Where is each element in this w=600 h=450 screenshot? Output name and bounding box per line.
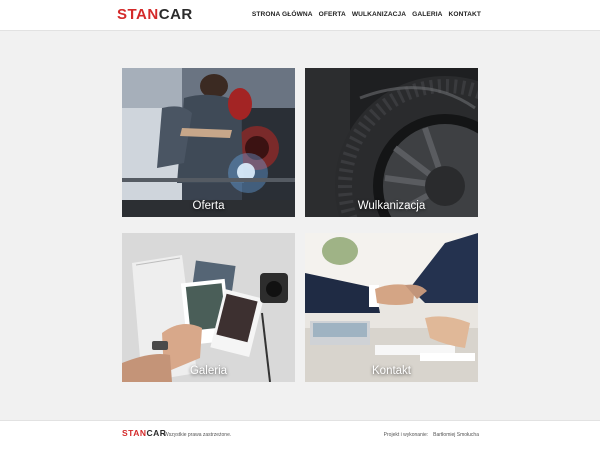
tile-offer-label: Oferta [192, 200, 225, 212]
header-logo[interactable]: STANCAR [117, 7, 193, 22]
footer-credit: Projekt i wykonanie: Bartłomiej Smołucha [384, 432, 479, 438]
tile-gallery-label: Galeria [189, 365, 228, 377]
main-nav: STRONA GŁÓWNA OFERTA WULKANIZACJA GALERI… [252, 11, 481, 18]
tile-offer[interactable]: Oferta [122, 68, 295, 217]
nav-item-contact[interactable]: KONTAKT [449, 11, 481, 18]
tile-contact[interactable]: Kontakt [305, 233, 478, 382]
nav-item-gallery[interactable]: GALERIA [412, 11, 442, 18]
nav-item-tire-service[interactable]: WULKANIZACJA [352, 11, 406, 18]
footer-credit-name[interactable]: Bartłomiej Smołucha [433, 432, 479, 438]
site-footer: STANCAR Wszystkie prawa zastrzeżone. Pro… [0, 420, 600, 450]
footer-rights: Wszystkie prawa zastrzeżone. [164, 432, 232, 438]
logo-text-stan: STAN [117, 6, 159, 23]
photos-in-hand [122, 233, 295, 382]
nav-item-offer[interactable]: OFERTA [319, 11, 346, 18]
site-header: STANCAR STRONA GŁÓWNA OFERTA WULKANIZACJ… [0, 0, 600, 31]
tire-photo [305, 68, 478, 217]
welder-photo [122, 68, 295, 217]
footer-logo[interactable]: STANCAR [122, 429, 166, 438]
footer-logo-text-stan: STAN [122, 428, 147, 438]
logo-text-car: CAR [158, 6, 193, 23]
footer-credit-label: Projekt i wykonanie: [383, 432, 429, 438]
tile-tire-service[interactable]: Wulkanizacja [305, 68, 478, 217]
nav-item-home[interactable]: STRONA GŁÓWNA [252, 11, 313, 18]
tile-gallery[interactable]: Galeria [122, 233, 295, 382]
tile-contact-label: Kontakt [372, 365, 411, 377]
tile-tire-service-label: Wulkanizacja [357, 200, 426, 212]
handshake-photo [305, 233, 478, 382]
